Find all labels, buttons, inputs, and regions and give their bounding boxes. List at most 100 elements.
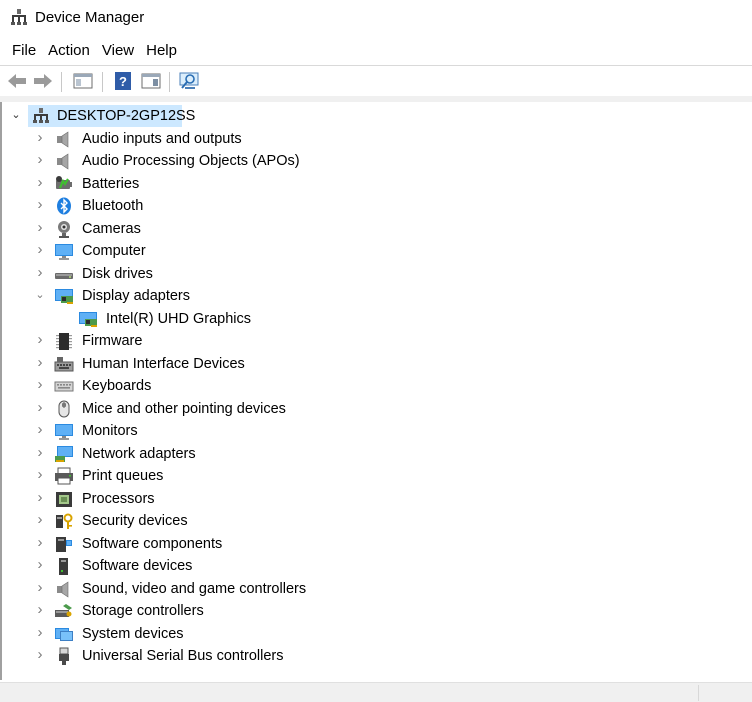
device-tree[interactable]: ⌄ DESKTOP-2GP12SS › Audio inputs and outp… [0, 102, 752, 680]
display-adapter-icon [55, 289, 73, 304]
chevron-right-icon[interactable]: › [34, 467, 46, 482]
tree-category-label: Sound, video and game controllers [82, 580, 307, 597]
chevron-right-icon[interactable]: › [34, 197, 46, 212]
chevron-right-icon[interactable]: › [34, 422, 46, 437]
chevron-right-icon[interactable]: › [34, 557, 46, 572]
keyboard-icon [54, 381, 74, 392]
action-pane-icon[interactable] [140, 71, 162, 91]
computer-icon [55, 244, 73, 260]
menu-bar: File Action View Help [0, 38, 752, 64]
forward-arrow-icon[interactable] [32, 71, 54, 91]
menu-file[interactable]: File [6, 38, 42, 64]
tree-category-row[interactable]: › Print queues [2, 465, 742, 487]
tree-category-label: Computer [82, 243, 146, 259]
scan-hardware-changes-icon[interactable] [179, 71, 201, 91]
tree-category-label: Software devices [82, 558, 193, 574]
window-title: Device Manager [35, 9, 145, 26]
chevron-right-icon[interactable]: › [34, 130, 46, 145]
tree-category-label: Cameras [82, 220, 141, 237]
tree-root-row[interactable]: ⌄ DESKTOP-2GP12SS [2, 105, 742, 127]
chevron-right-icon[interactable]: › [34, 647, 46, 662]
tree-category-row[interactable]: › Batteries [2, 173, 742, 195]
tree-category-label: Monitors [82, 423, 138, 439]
computer-network-icon [33, 108, 49, 123]
tree-category-row[interactable]: › Firmware [2, 330, 742, 352]
software-device-icon [59, 558, 68, 575]
toolbar-divider [61, 72, 62, 92]
chevron-down-icon[interactable]: ⌄ [34, 289, 46, 301]
tree-category-label: System devices [82, 625, 184, 642]
chevron-right-icon[interactable]: › [34, 175, 46, 190]
hid-icon [54, 356, 74, 371]
system-devices-icon [55, 627, 73, 641]
tree-category-row[interactable]: › Software devices [2, 555, 742, 577]
back-arrow-icon[interactable] [6, 71, 28, 91]
tree-category-label: Human Interface Devices [82, 355, 245, 372]
chevron-right-icon[interactable]: › [34, 602, 46, 617]
tree-category-row[interactable]: › Network adapters [2, 443, 742, 465]
show-hide-console-tree-icon[interactable] [72, 71, 94, 91]
speaker-icon [57, 580, 69, 598]
tree-root-label: DESKTOP-2GP12SS [57, 108, 196, 124]
tree-category-row[interactable]: › Storage controllers [2, 600, 742, 622]
tree-category-row[interactable]: › Human Interface Devices [2, 353, 742, 375]
tree-category-label: Disk drives [82, 265, 153, 282]
tree-category-row[interactable]: › Processors [2, 488, 742, 510]
tree-category-label: Print queues [82, 468, 164, 484]
menu-help[interactable]: Help [140, 38, 183, 64]
chevron-right-icon[interactable]: › [34, 242, 46, 257]
tree-device-label: Intel(R) UHD Graphics [106, 310, 252, 327]
tree-category-label: Batteries [82, 175, 140, 192]
tree-category-row[interactable]: › Disk drives [2, 263, 742, 285]
bluetooth-icon [57, 197, 71, 215]
tree-category-label: Keyboards [82, 378, 152, 394]
tree-category-label: Mice and other pointing devices [82, 400, 286, 417]
chevron-right-icon[interactable]: › [34, 512, 46, 527]
chevron-right-icon[interactable]: › [34, 377, 46, 392]
menu-view[interactable]: View [96, 38, 140, 64]
printer-icon [55, 467, 73, 485]
chevron-right-icon[interactable]: › [34, 355, 46, 370]
tree-category-row[interactable]: › Bluetooth [2, 195, 742, 217]
tree-category-row[interactable]: › Security devices [2, 510, 742, 532]
tree-category-row[interactable]: › Software components [2, 533, 742, 555]
tree-category-row[interactable]: › Monitors [2, 420, 742, 442]
chevron-right-icon[interactable]: › [34, 625, 46, 640]
chevron-right-icon[interactable]: › [34, 332, 46, 347]
chevron-right-icon[interactable]: › [34, 220, 46, 235]
usb-icon [59, 647, 69, 665]
speaker-icon [57, 153, 69, 170]
tree-category-row[interactable]: › Computer [2, 240, 742, 262]
battery-icon [56, 175, 72, 189]
display-adapter-icon [79, 311, 97, 327]
tree-category-label: Security devices [82, 513, 188, 529]
chevron-right-icon[interactable]: › [34, 445, 46, 460]
tree-category-row[interactable]: › Mice and other pointing devices [2, 398, 742, 420]
tree-category-row[interactable]: › Audio inputs and outputs [2, 128, 742, 150]
toolbar-divider [102, 72, 103, 92]
chevron-right-icon[interactable]: › [34, 265, 46, 280]
chevron-right-icon[interactable]: › [34, 152, 46, 167]
menu-action[interactable]: Action [42, 38, 96, 64]
chevron-down-icon[interactable]: ⌄ [10, 109, 22, 121]
storage-controller-icon [55, 604, 72, 617]
chevron-right-icon[interactable]: › [34, 535, 46, 550]
chevron-right-icon[interactable]: › [34, 400, 46, 415]
tree-category-row[interactable]: › Sound, video and game controllers [2, 578, 742, 600]
tree-category-row[interactable]: › Audio Processing Objects (APOs) [2, 150, 742, 172]
tree-category-label: Network adapters [82, 445, 196, 462]
title-bar: Device Manager [0, 0, 752, 36]
chevron-right-icon[interactable]: › [34, 580, 46, 595]
tree-category-row[interactable]: › Cameras [2, 218, 742, 240]
tree-category-row[interactable]: › System devices [2, 623, 742, 645]
tree-category-label: Universal Serial Bus controllers [82, 648, 284, 664]
tree-device-row[interactable]: Intel(R) UHD Graphics [2, 308, 742, 330]
toolbar: ? [0, 66, 752, 96]
tree-category-row[interactable]: › Universal Serial Bus controllers [2, 645, 742, 667]
chevron-right-icon[interactable]: › [34, 490, 46, 505]
disk-drive-icon [55, 272, 73, 279]
tree-category-label: Software components [82, 535, 223, 552]
help-icon[interactable]: ? [112, 71, 134, 91]
tree-category-row[interactable]: › Keyboards [2, 375, 742, 397]
tree-category-row[interactable]: ⌄ Display adapters [2, 285, 742, 307]
